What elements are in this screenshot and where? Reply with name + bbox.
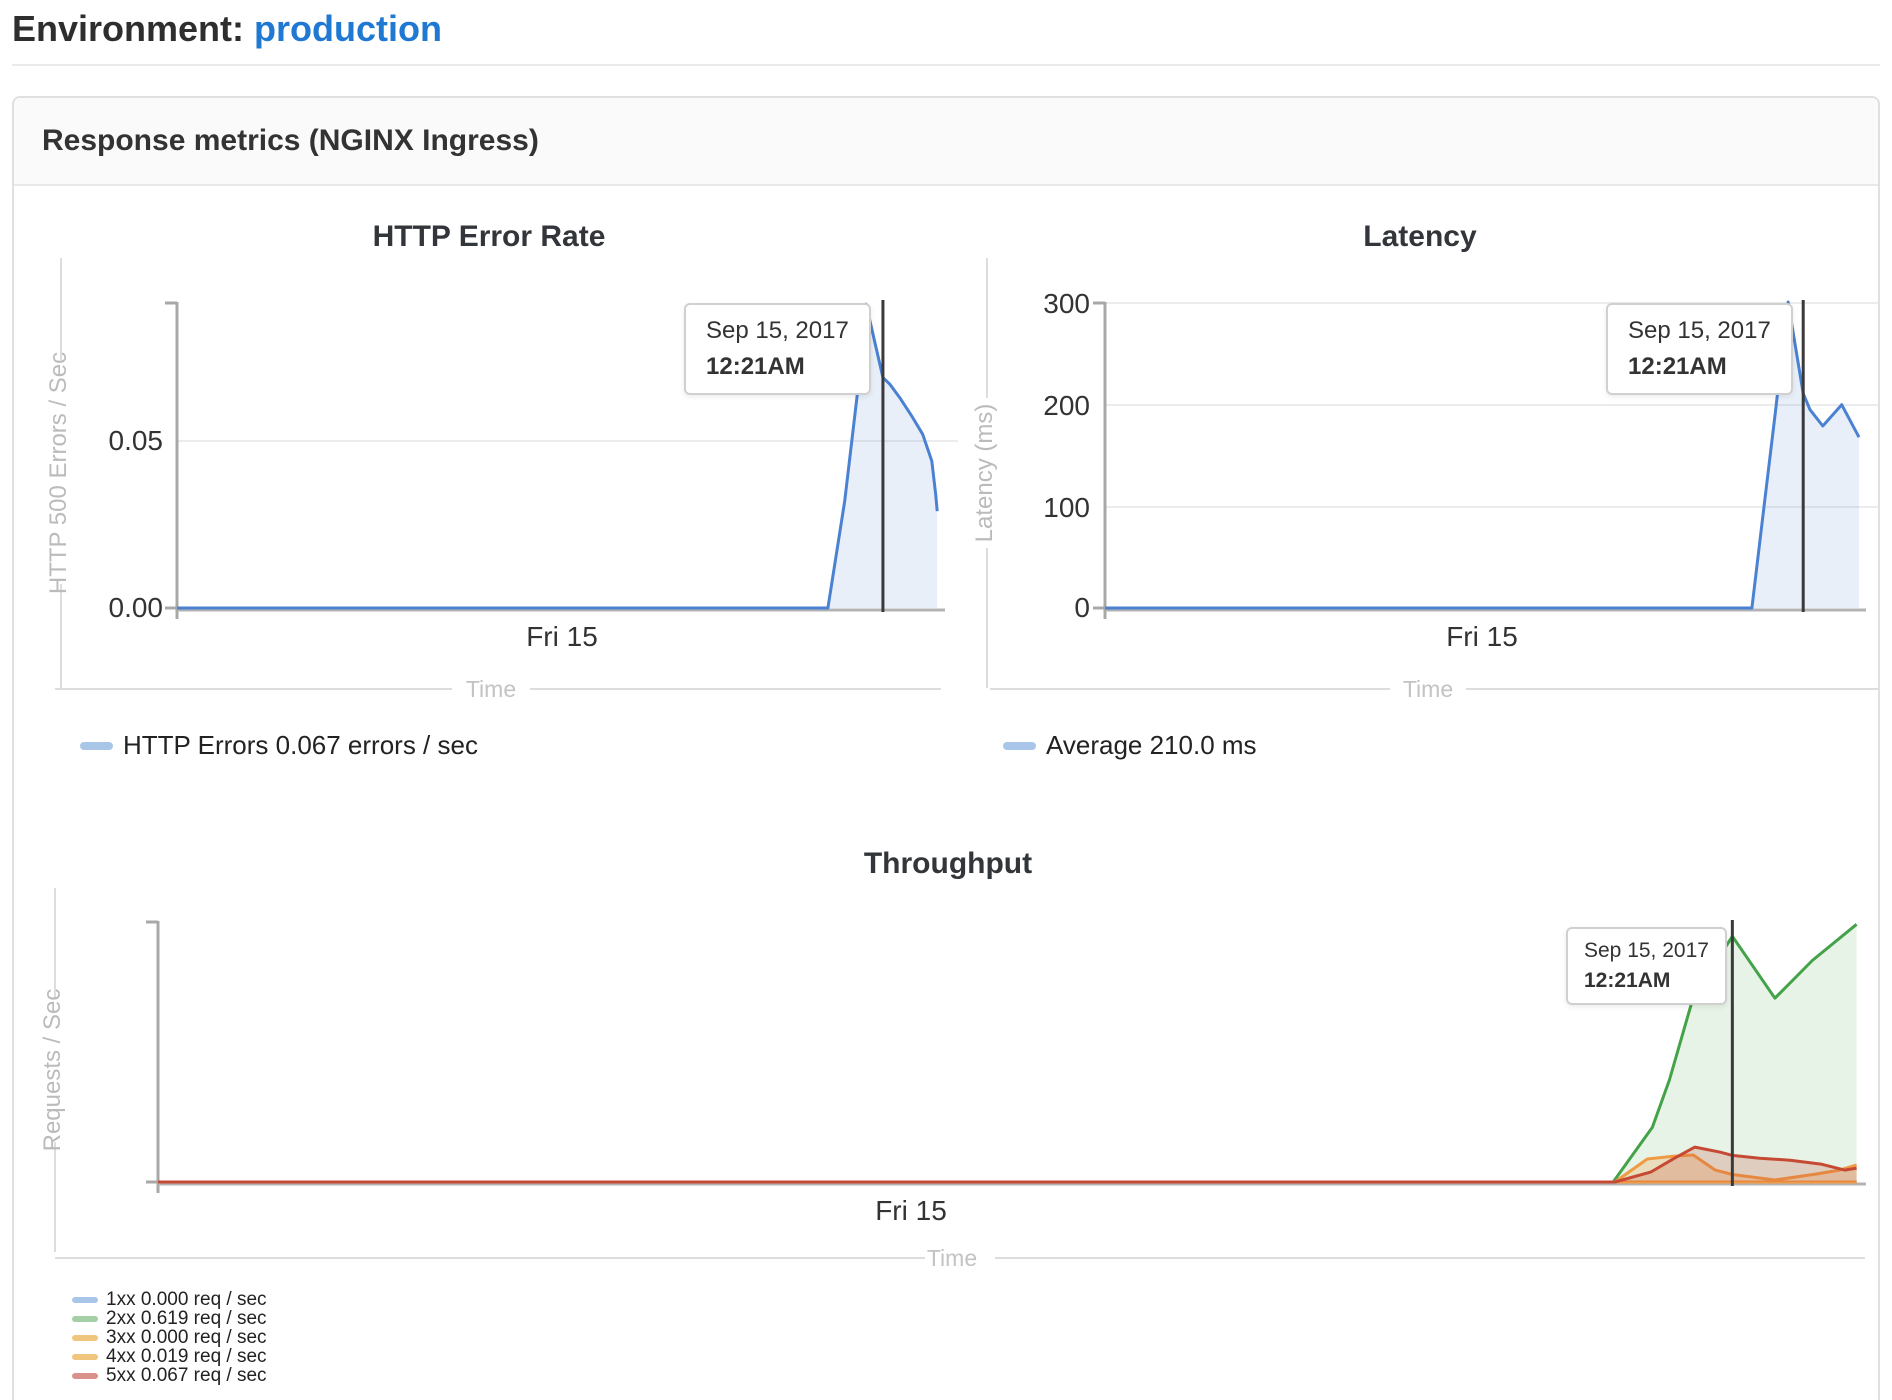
legend-swatch xyxy=(72,1373,98,1379)
http-error-rate-legend: HTTP Errors 0.067 errors / sec xyxy=(80,730,478,761)
tooltip-date: Sep 15, 2017 xyxy=(1628,317,1771,345)
http-error-rate-xlabel: Time xyxy=(466,676,516,702)
latency-xlabel: Time xyxy=(1403,676,1453,702)
tooltip-time: 12:21AM xyxy=(1628,353,1771,381)
legend-swatch xyxy=(72,1316,98,1322)
latency-tooltip: Sep 15, 2017 12:21AM xyxy=(1606,303,1793,395)
metrics-charts-canvas[interactable]: HTTP Error Rate HTTP 500 Errors / Sec 0.… xyxy=(0,0,1892,1400)
environment-metrics-page: Environment: production Response metrics… xyxy=(0,0,1892,1400)
latency-ylabel: Latency (ms) xyxy=(971,404,998,543)
throughput-title: Throughput xyxy=(864,847,1032,880)
y-tick: 200 xyxy=(1043,390,1090,421)
legend-swatch xyxy=(80,742,113,750)
x-tick: Fri 15 xyxy=(875,1195,947,1226)
y-tick: 300 xyxy=(1043,288,1090,319)
y-tick: 0 xyxy=(1074,592,1090,623)
tooltip-time: 12:21AM xyxy=(1584,969,1709,993)
throughput-xlabel: Time xyxy=(927,1245,977,1271)
throughput-legend-5xx: 5xx 0.067 req / sec xyxy=(72,1365,267,1387)
latency-legend: Average 210.0 ms xyxy=(1003,730,1257,761)
legend-swatch xyxy=(72,1335,98,1341)
tooltip-time: 12:21AM xyxy=(706,353,849,381)
x-tick: Fri 15 xyxy=(1446,621,1518,652)
throughput-ylabel: Requests / Sec xyxy=(39,989,66,1152)
tooltip-date: Sep 15, 2017 xyxy=(706,317,849,345)
legend-label: Average 210.0 ms xyxy=(1046,730,1257,761)
y-tick: 0.00 xyxy=(109,592,164,623)
legend-swatch xyxy=(72,1297,98,1303)
latency-title: Latency xyxy=(1363,220,1477,253)
x-tick: Fri 15 xyxy=(526,621,598,652)
http-error-rate-title: HTTP Error Rate xyxy=(373,220,606,253)
legend-swatch xyxy=(72,1354,98,1360)
tooltip-date: Sep 15, 2017 xyxy=(1584,939,1709,963)
throughput-tooltip: Sep 15, 2017 12:21AM xyxy=(1566,927,1727,1005)
legend-swatch xyxy=(1003,742,1036,750)
y-tick: 0.05 xyxy=(109,425,164,456)
y-tick: 100 xyxy=(1043,492,1090,523)
legend-label: 5xx 0.067 req / sec xyxy=(106,1365,267,1387)
http-error-rate-ylabel: HTTP 500 Errors / Sec xyxy=(45,352,72,594)
http-error-rate-tooltip: Sep 15, 2017 12:21AM xyxy=(684,303,871,395)
legend-label: HTTP Errors 0.067 errors / sec xyxy=(123,730,478,761)
